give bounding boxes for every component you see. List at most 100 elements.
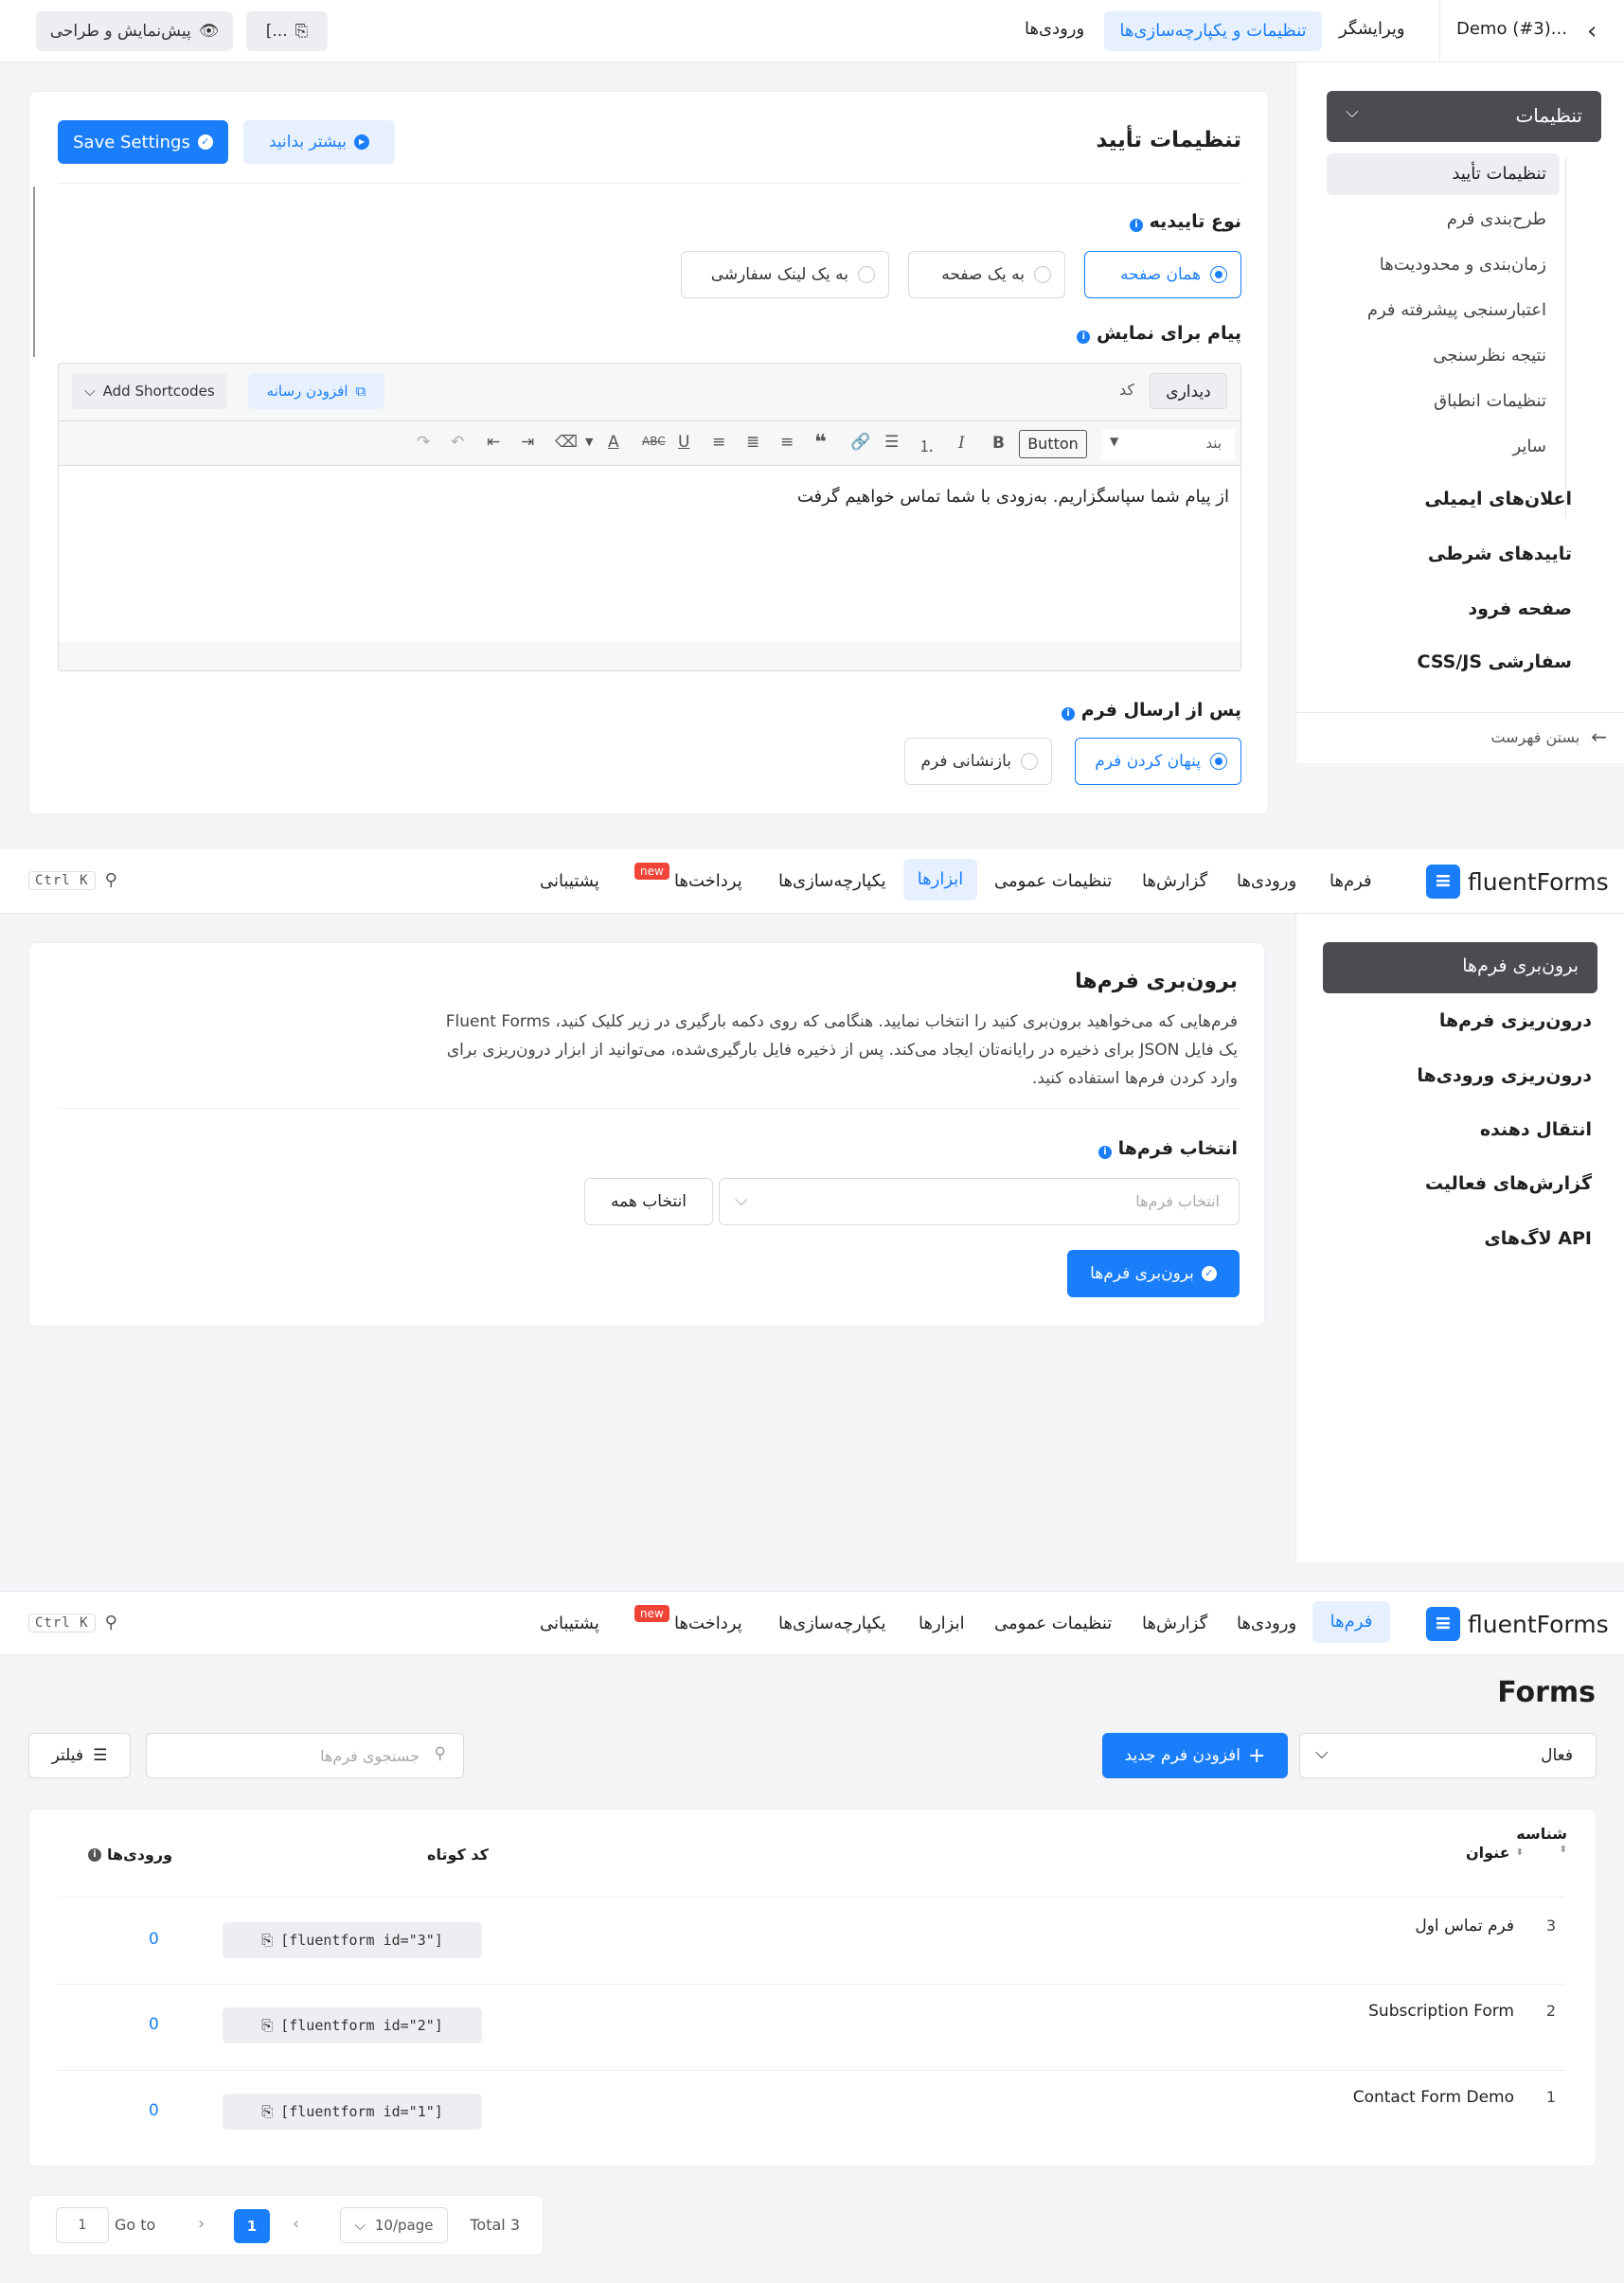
- brand-logo[interactable]: ≡ fluentForms: [1426, 1607, 1609, 1641]
- preview-design-button[interactable]: پیش‌نمایش و طراحی 👁: [36, 11, 233, 51]
- select-forms-input[interactable]: انتخاب فرم‌ها ⌵: [719, 1178, 1240, 1225]
- row-entries[interactable]: 0: [149, 2015, 159, 2034]
- tab-settings-integrations[interactable]: تنظیمات و یکپارچه‌سازی‌ها: [1104, 11, 1322, 51]
- sidebar-sub-item[interactable]: سایر: [1512, 437, 1546, 456]
- nav-forms[interactable]: فرم‌ها: [1312, 1601, 1390, 1643]
- visual-tab[interactable]: دیداری: [1150, 373, 1227, 409]
- col-title-header[interactable]: عنوان ⬍: [1466, 1844, 1524, 1862]
- strikethrough-icon[interactable]: ABC: [642, 435, 666, 448]
- shortcode-copy-button[interactable]: [... ⎘: [246, 11, 328, 51]
- tools-item-import-entries[interactable]: درون‌ریزی ورودی‌ها: [1417, 1065, 1592, 1086]
- radio-to-page[interactable]: به یک صفحه: [908, 251, 1065, 298]
- tab-entries[interactable]: ورودی‌ها: [1025, 19, 1084, 39]
- indent-icon[interactable]: ⇥: [521, 433, 534, 452]
- nav-global-settings[interactable]: تنظیمات عمومی: [994, 1614, 1112, 1633]
- sidebar-item[interactable]: تاییدهای شرطی: [1428, 544, 1572, 564]
- export-forms-button[interactable]: برون‌بری فرم‌ها ✓: [1067, 1250, 1240, 1297]
- chevron-left-icon[interactable]: ‹: [1587, 17, 1597, 45]
- sidebar-sub-item[interactable]: اعتبارسنجی پیشرفته فرم: [1367, 300, 1546, 320]
- status-filter-select[interactable]: فعال ⌵: [1299, 1733, 1597, 1778]
- brand-logo[interactable]: ≡ fluentForms: [1426, 865, 1609, 899]
- row-title[interactable]: فرم تماس اول: [1415, 1917, 1514, 1935]
- table-row[interactable]: 2 Subscription Form ⎘ [fluentform id="2"]…: [58, 1985, 1565, 2070]
- next-page-icon[interactable]: ›: [198, 2214, 205, 2234]
- row-entries[interactable]: 0: [149, 2101, 159, 2120]
- col-id-header[interactable]: شناسه ⬍: [1516, 1825, 1567, 1855]
- tools-item-activity-logs[interactable]: گزارش‌های فعالیت: [1425, 1173, 1592, 1194]
- search-shortcut[interactable]: Ctrl K ⚲: [28, 1613, 117, 1632]
- caret-down-icon[interactable]: ▼: [585, 436, 593, 448]
- sidebar-item[interactable]: صفحه فرود: [1468, 598, 1572, 619]
- button-insert[interactable]: Button: [1019, 430, 1087, 458]
- code-tab[interactable]: کد: [1119, 381, 1134, 399]
- save-settings-button[interactable]: Save Settings ✓: [58, 120, 228, 164]
- table-row[interactable]: 3 فرم تماس اول ⎘ [fluentform id="3"] 0: [58, 1898, 1565, 1983]
- search-shortcut[interactable]: Ctrl K ⚲: [28, 870, 117, 890]
- paragraph-select[interactable]: بند ▼: [1102, 429, 1235, 459]
- sidebar-item[interactable]: CSS/JS سفارشی: [1418, 651, 1572, 672]
- prev-page-icon[interactable]: ‹: [293, 2214, 299, 2234]
- radio-hide-form[interactable]: پنهان کردن فرم: [1075, 738, 1241, 785]
- settings-dropdown[interactable]: ⌵ تنظیمات: [1327, 91, 1601, 142]
- sidebar-sub-item[interactable]: تنظیمات تأیید: [1452, 164, 1546, 184]
- radio-custom-url[interactable]: به یک لینک سفارشی: [681, 251, 889, 298]
- shortcode-copy[interactable]: ⎘ [fluentform id="2"]: [223, 2007, 482, 2043]
- sidebar-item[interactable]: اعلان‌های ایمیلی: [1424, 489, 1572, 509]
- add-media-button[interactable]: افزودن رسانه ⧉: [248, 373, 384, 409]
- select-all-button[interactable]: انتخاب همه: [584, 1178, 713, 1225]
- nav-integrations[interactable]: یکپارچه‌سازی‌ها: [778, 1614, 886, 1633]
- sidebar-sub-item[interactable]: زمان‌بندی و محدودیت‌ها: [1380, 255, 1546, 275]
- align-right-icon[interactable]: ≡: [712, 433, 725, 452]
- add-shortcodes-button[interactable]: ⌵ Add Shortcodes: [72, 373, 227, 409]
- learn-more-button[interactable]: بیشتر بدانید ▶: [243, 120, 395, 164]
- bold-icon[interactable]: B: [992, 434, 1005, 453]
- numbered-list-icon[interactable]: ⒈: [919, 433, 935, 456]
- page-current[interactable]: 1: [234, 2209, 270, 2243]
- redo-icon[interactable]: ↷: [417, 433, 430, 452]
- nav-global-settings[interactable]: تنظیمات عمومی: [994, 871, 1112, 891]
- table-row[interactable]: 1 Contact Form Demo ⎘ [fluentform id="1"]…: [58, 2071, 1565, 2156]
- nav-forms[interactable]: فرم‌ها: [1330, 871, 1372, 891]
- nav-tools[interactable]: ابزارها: [919, 1614, 965, 1633]
- italic-icon[interactable]: I: [958, 434, 965, 453]
- nav-tools[interactable]: ابزارها: [903, 859, 977, 901]
- eraser-icon[interactable]: ⌫: [555, 433, 578, 452]
- shortcode-copy[interactable]: ⎘ [fluentform id="1"]: [223, 2094, 482, 2130]
- shortcode-copy[interactable]: ⎘ [fluentform id="3"]: [223, 1922, 482, 1958]
- nav-reports[interactable]: گزارش‌ها: [1142, 871, 1207, 891]
- align-left-icon[interactable]: ≡: [780, 433, 794, 452]
- tools-item-migrator[interactable]: انتقال دهنده: [1480, 1119, 1592, 1140]
- blockquote-icon[interactable]: ❝: [814, 431, 827, 455]
- goto-input[interactable]: 1: [56, 2207, 109, 2243]
- nav-entries[interactable]: ورودی‌ها: [1237, 1614, 1296, 1633]
- tools-item-export[interactable]: برون‌بری فرم‌ها: [1323, 942, 1597, 993]
- tools-item-api-logs[interactable]: لاگ‌های API: [1484, 1228, 1592, 1249]
- editor-content[interactable]: از پیام شما سپاسگزاریم. به‌زودی با شما ت…: [59, 466, 1240, 642]
- add-new-form-button[interactable]: افزودن فرم جدید +: [1102, 1733, 1288, 1778]
- nav-support[interactable]: پشتیبانی: [540, 1614, 599, 1633]
- nav-support[interactable]: پشتیبانی: [540, 871, 599, 891]
- row-title[interactable]: Subscription Form: [1368, 2002, 1514, 2021]
- row-title[interactable]: Contact Form Demo: [1353, 2088, 1514, 2107]
- nav-reports[interactable]: گزارش‌ها: [1142, 1614, 1207, 1633]
- link-icon[interactable]: 🔗: [850, 433, 870, 452]
- sidebar-sub-item[interactable]: طرح‌بندی فرم: [1447, 209, 1546, 229]
- filter-button[interactable]: فیلتر ☰: [28, 1733, 131, 1778]
- close-menu-button[interactable]: بستن فهرست ←: [1490, 725, 1607, 748]
- nav-payments[interactable]: پرداخت‌ها: [674, 871, 742, 891]
- nav-entries[interactable]: ورودی‌ها: [1237, 871, 1296, 891]
- radio-same-page[interactable]: همان صفحه: [1084, 251, 1241, 298]
- underline-icon[interactable]: U: [678, 433, 689, 452]
- outdent-icon[interactable]: ⇤: [487, 433, 500, 452]
- nav-integrations[interactable]: یکپارچه‌سازی‌ها: [778, 871, 886, 891]
- per-page-select[interactable]: ⌵ 10/page: [340, 2207, 448, 2243]
- sidebar-sub-item[interactable]: نتیجه نظرسنجی: [1433, 346, 1546, 366]
- align-center-icon[interactable]: ≣: [746, 433, 759, 452]
- nav-payments[interactable]: پرداخت‌ها: [674, 1614, 742, 1633]
- row-entries[interactable]: 0: [149, 1930, 159, 1949]
- undo-icon[interactable]: ↶: [451, 433, 464, 452]
- tab-editor[interactable]: ویرایشگر: [1339, 19, 1405, 39]
- tools-item-import-forms[interactable]: درون‌ریزی فرم‌ها: [1439, 1010, 1592, 1031]
- text-color-icon[interactable]: A: [608, 433, 619, 452]
- sidebar-sub-item[interactable]: تنظیمات انطباق: [1434, 391, 1546, 411]
